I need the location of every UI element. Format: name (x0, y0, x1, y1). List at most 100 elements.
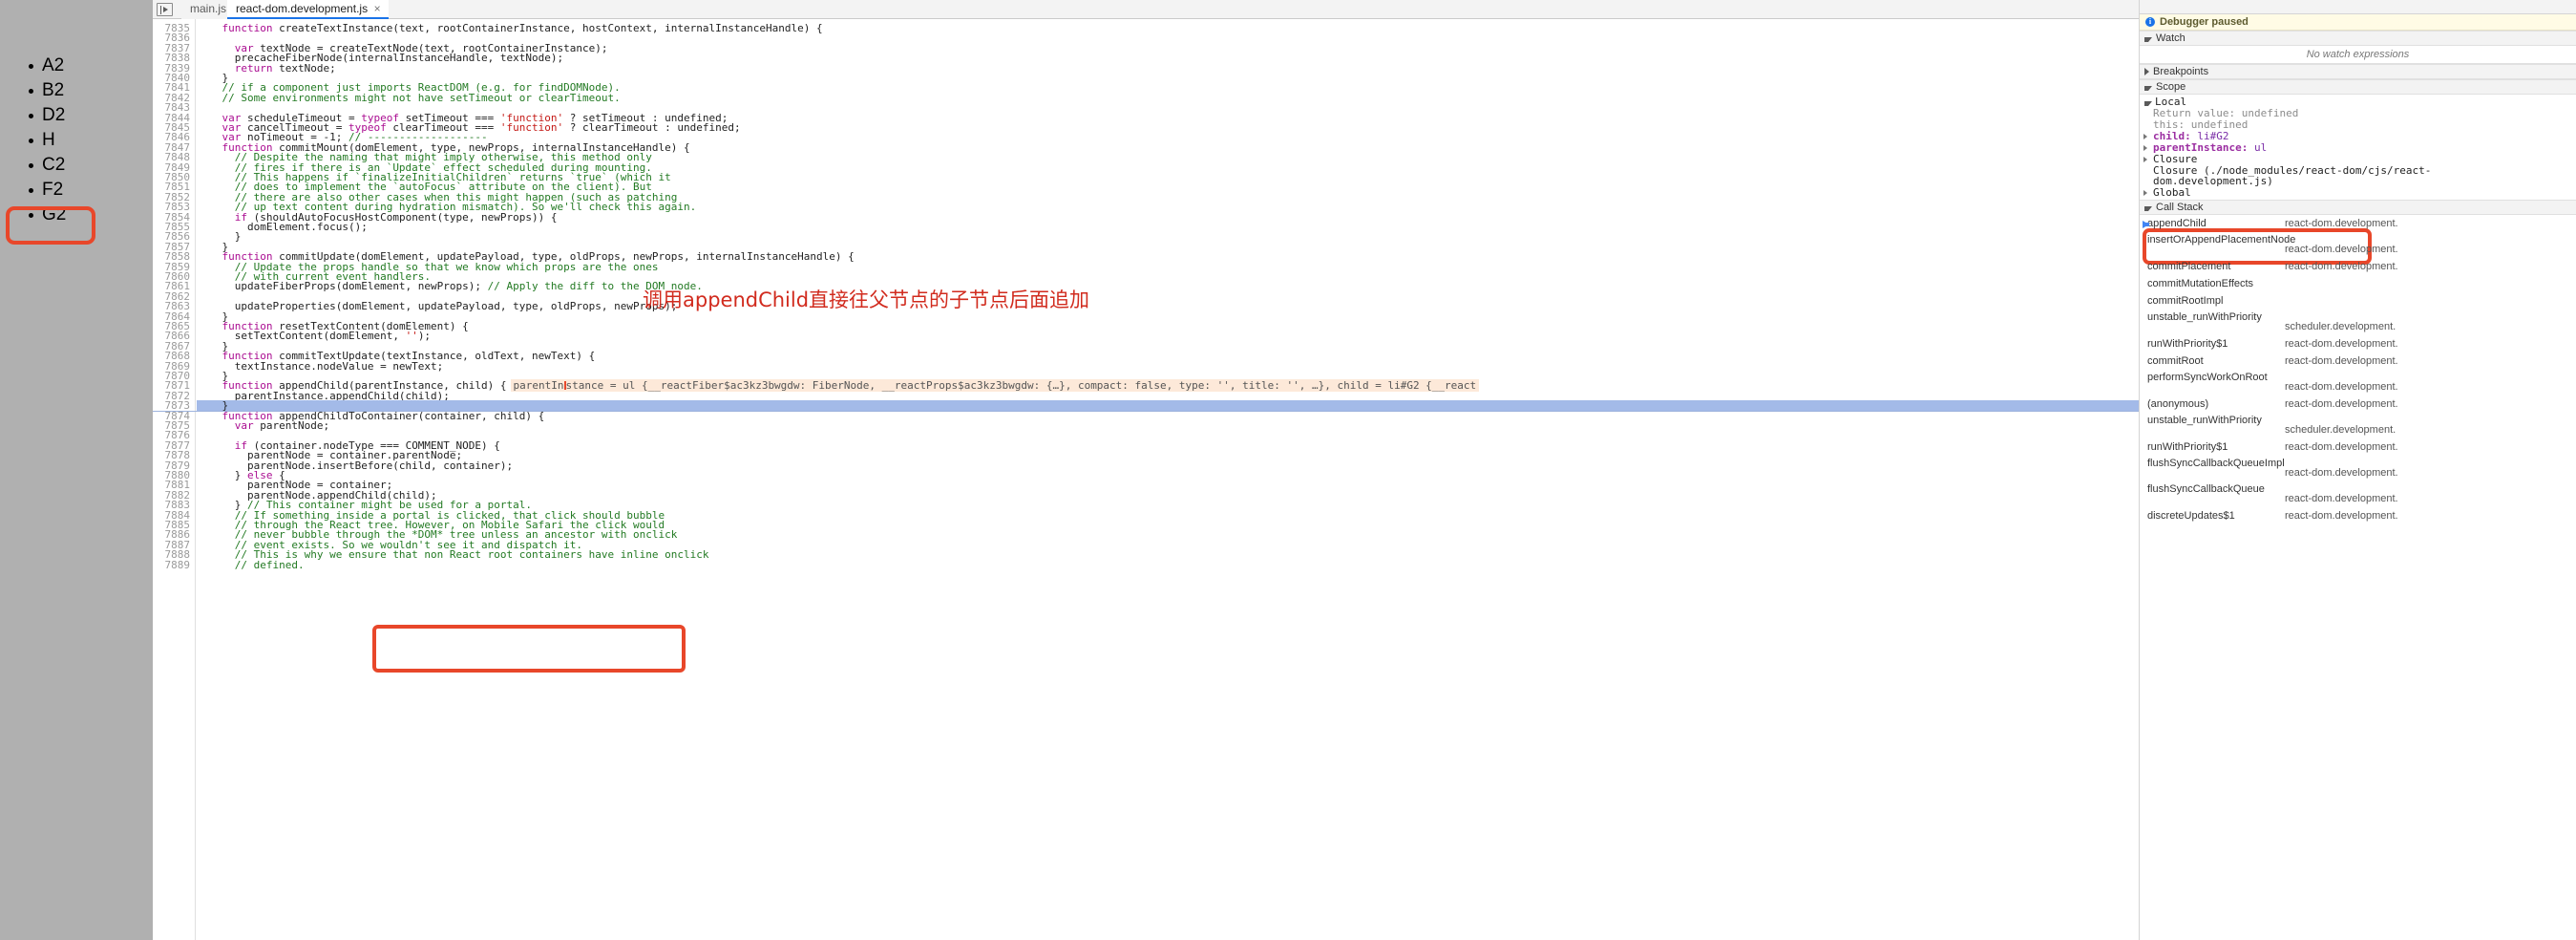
scope-closure-row[interactable]: Closure (./node_modules/react-dom/cjs/re… (2140, 165, 2468, 186)
frame-location: react-dom.development. (2285, 381, 2398, 393)
scope-local-rows: Return value: undefined this: undefined ch… (2140, 108, 2576, 154)
list-item-label: G2 (42, 204, 67, 224)
scope-closure-label: Closure (./node_modules/react-dom/cjs/re… (2153, 164, 2432, 187)
list-item: C2 (0, 153, 153, 178)
code-token: parentNode.insertBefore(child, container… (246, 459, 514, 472)
section-watch[interactable]: Watch (2140, 31, 2576, 46)
code-token: // This is why we ensure that non React … (234, 548, 709, 562)
chevron-down-icon (2144, 205, 2152, 211)
close-icon[interactable]: × (371, 3, 383, 14)
code-line[interactable]: setTextContent(domElement, ''); (197, 331, 431, 341)
debugger-toolbar[interactable] (2140, 0, 2576, 14)
page-bullet-list: A2 B2 D2 H C2 F2 G2 (0, 53, 153, 227)
code-token: '' (405, 330, 418, 343)
call-stack-frame[interactable]: commitRootImpl (2140, 292, 2576, 310)
call-stack-frame[interactable]: insertOrAppendPlacementNode react-dom.dev… (2140, 232, 2576, 258)
source-code-pane[interactable]: 7835 7836 7837 7838 7839 7840 7841 7842 7843 7844… (153, 19, 2139, 940)
code-token: var (234, 419, 261, 432)
bullet-icon (29, 213, 33, 218)
call-stack-frame[interactable]: commitPlacement react-dom.development. (2140, 258, 2576, 275)
call-stack-frame[interactable]: unstable_runWithPriority scheduler.develo… (2140, 310, 2576, 335)
code-token: domElement.focus(); (246, 221, 368, 233)
chevron-down-icon (2144, 36, 2152, 42)
variable-value: ul (2253, 141, 2268, 154)
section-title: Call Stack (2156, 202, 2204, 213)
frame-location: react-dom.development. (2285, 493, 2398, 504)
chevron-right-icon[interactable] (2143, 134, 2147, 139)
frame-location: react-dom.development. (2285, 261, 2398, 272)
code-line[interactable]: // Some environments might not have setT… (197, 91, 621, 104)
scope-global-label: Global (2153, 186, 2191, 199)
code-line[interactable]: textInstance.nodeValue = newText; (197, 361, 444, 372)
code-line[interactable]: updateProperties(domElement, updatePaylo… (197, 301, 678, 311)
bullet-icon (29, 139, 33, 143)
call-stack-frame[interactable]: runWithPriority$1 react-dom.development. (2140, 335, 2576, 352)
frame-location: scheduler.development. (2285, 321, 2397, 332)
call-stack-frame[interactable]: flushSyncCallbackQueue react-dom.developm… (2140, 481, 2576, 507)
list-item-label: C2 (42, 155, 66, 175)
code-token: // defined. (234, 558, 305, 571)
frame-function-name: runWithPriority$1 (2147, 338, 2228, 350)
bullet-icon (29, 163, 33, 168)
line-number[interactable]: 7889 (153, 559, 191, 570)
frame-function-name: commitPlacement (2147, 261, 2231, 272)
frame-function-name: runWithPriority$1 (2147, 441, 2228, 453)
tab-react-dom-development-js[interactable]: react-dom.development.js × (227, 0, 390, 19)
frame-location: react-dom.development. (2285, 218, 2398, 229)
code-line[interactable]: var parentNode; (197, 419, 329, 432)
code-line[interactable]: updateFiberProps(domElement, newProps); … (197, 281, 703, 291)
frame-location: react-dom.development. (2285, 510, 2398, 522)
section-title: Scope (2156, 81, 2186, 93)
chevron-down-icon (2144, 85, 2152, 91)
paused-text: Debugger paused (2160, 16, 2249, 28)
section-title: Breakpoints (2153, 66, 2209, 77)
navigator-toggle-icon[interactable] (157, 3, 173, 16)
tab-label: main.js (190, 2, 227, 15)
list-item-label: D2 (42, 105, 66, 125)
scope-variable-row[interactable]: parentInstance: ul (2140, 142, 2576, 154)
code-token: function (222, 22, 280, 34)
rendered-page-pane: A2 B2 D2 H C2 F2 G2 (0, 0, 153, 940)
list-item-label: B2 (42, 80, 65, 100)
code-token: } (234, 230, 242, 244)
call-stack-list: appendChild react-dom.development. insertO… (2140, 215, 2576, 524)
chevron-right-icon (2144, 68, 2149, 75)
tab-label: react-dom.development.js (236, 2, 369, 15)
call-stack-frame[interactable]: flushSyncCallbackQueueImpl react-dom.deve… (2140, 456, 2576, 481)
call-stack-frame[interactable]: commitMutationEffects (2140, 275, 2576, 292)
list-item: G2 (0, 203, 153, 227)
section-scope[interactable]: Scope (2140, 79, 2576, 95)
call-stack-frame[interactable]: performSyncWorkOnRoot react-dom.developme… (2140, 370, 2576, 395)
chevron-right-icon[interactable] (2143, 145, 2147, 151)
code-token: ); (417, 330, 432, 343)
frame-function-name: commitMutationEffects (2147, 278, 2254, 289)
info-icon: i (2145, 17, 2155, 27)
frame-function-name: insertOrAppendPlacementNode (2147, 234, 2296, 246)
call-stack-frame[interactable]: commitRoot react-dom.development. (2140, 352, 2576, 370)
scope-body: Local Return value: undefined this: undef… (2140, 95, 2576, 265)
call-stack-frame[interactable]: runWithPriority$1 react-dom.development. (2140, 438, 2576, 456)
bullet-icon (29, 114, 33, 118)
list-item: B2 (0, 78, 153, 103)
bullet-icon (29, 89, 33, 94)
code-line[interactable]: function createTextInstance(text, rootCo… (197, 22, 823, 34)
call-stack-frame[interactable]: appendChild react-dom.development. (2140, 215, 2576, 232)
bullet-icon (29, 188, 33, 193)
appendchild-highlight-annotation (372, 625, 686, 673)
frame-location: scheduler.development. (2285, 424, 2397, 436)
scope-global-row[interactable]: Global (2140, 186, 2576, 200)
section-breakpoints[interactable]: Breakpoints (2140, 64, 2576, 79)
frame-location: react-dom.development. (2285, 398, 2398, 410)
section-call-stack[interactable]: Call Stack (2140, 200, 2576, 215)
frame-function-name: unstable_runWithPriority (2147, 311, 2262, 323)
frame-function-name: flushSyncCallbackQueueImpl (2147, 458, 2285, 469)
code-line[interactable]: // defined. (197, 558, 305, 571)
list-item: A2 (0, 53, 153, 78)
call-stack-frame[interactable]: unstable_runWithPriority scheduler.develo… (2140, 413, 2576, 438)
frame-location: react-dom.development. (2285, 467, 2398, 479)
chinese-annotation-note: 调用appendChild直接往父节点的子节点后面追加 (643, 288, 1090, 311)
call-stack-frame[interactable]: (anonymous) react-dom.development. (2140, 395, 2576, 413)
call-stack-frame[interactable]: discreteUpdates$1 react-dom.development. (2140, 507, 2576, 524)
code-token: // Some environments might not have setT… (222, 91, 621, 104)
code-token: setTextContent(domElement, (234, 330, 406, 343)
